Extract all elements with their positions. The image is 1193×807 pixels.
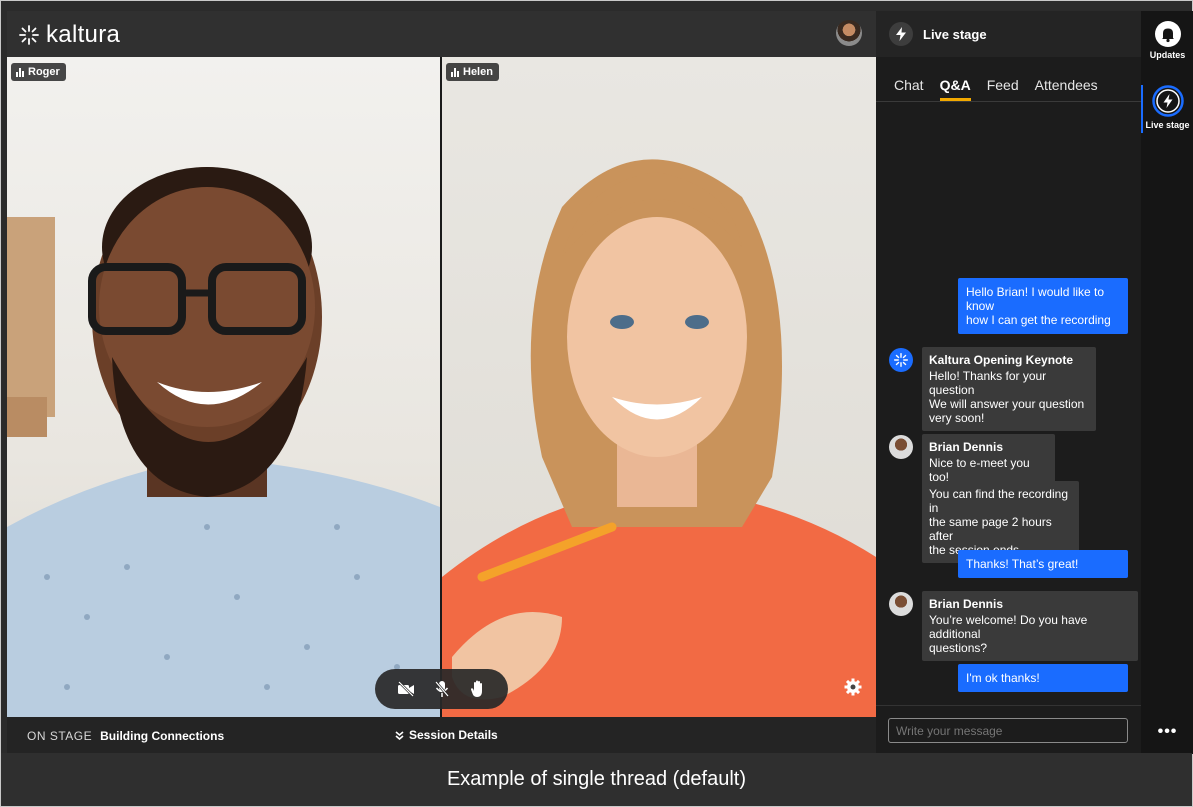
rail-live-stage[interactable]: Live stage	[1141, 85, 1193, 130]
message-text: questions?	[929, 641, 988, 655]
kaltura-logo[interactable]: kaltura	[19, 21, 120, 49]
raise-hand-button[interactable]	[469, 680, 487, 698]
mic-off-icon	[434, 681, 449, 697]
hand-icon	[470, 680, 482, 697]
kaltura-avatar	[889, 348, 913, 372]
participant-name-tag: Helen	[446, 63, 499, 81]
live-stage-panel: Live stage Chat Q&A Feed Attendees Hello…	[876, 11, 1141, 754]
tab-qa[interactable]: Q&A	[939, 67, 971, 101]
on-stage-label: ON STAGE	[27, 728, 93, 743]
session-details-label: Session Details	[409, 728, 498, 742]
message-sender: Kaltura Opening Keynote	[929, 353, 1074, 367]
stage-title: Building Connections	[100, 728, 225, 743]
message-text: know	[966, 299, 995, 313]
message-incoming: Brian Dennis You’re welcome! Do you have…	[922, 591, 1138, 661]
avatar	[889, 435, 913, 459]
more-options-button[interactable]: •••	[1141, 723, 1193, 741]
right-rail: Updates Live stage •••	[1141, 11, 1193, 754]
message-text: very soon!	[929, 411, 985, 425]
camera-off-icon	[397, 681, 414, 697]
message-text: the same page 2 hours after	[929, 515, 1052, 543]
user-avatar[interactable]	[836, 20, 862, 46]
kaltura-logo-icon	[894, 353, 908, 367]
audio-level-icon	[16, 67, 24, 77]
bell-icon	[1154, 21, 1181, 47]
camera-off-button[interactable]	[397, 680, 415, 698]
message-text: Thanks! That’s great!	[966, 557, 1079, 571]
rail-label: Updates	[1149, 50, 1186, 60]
composer-divider	[876, 705, 1141, 706]
participant-name-tag: Roger	[11, 63, 66, 81]
message-text: Hello Brian! I would like to	[966, 285, 1105, 299]
session-details-toggle[interactable]: Session Details	[395, 728, 498, 742]
message-text: Hello! Thanks for your question	[929, 369, 1047, 397]
double-chevron-down-icon	[395, 730, 404, 740]
gear-icon	[844, 678, 862, 696]
message-text: We will answer your question	[929, 397, 1085, 411]
brand-name: kaltura	[46, 21, 121, 48]
rail-updates[interactable]: Updates	[1141, 21, 1193, 60]
message-incoming: Kaltura Opening Keynote Hello! Thanks fo…	[922, 347, 1096, 431]
live-stage-icon	[1151, 85, 1184, 117]
mute-button[interactable]	[433, 680, 451, 698]
participant-name: Roger	[28, 66, 60, 78]
message-text: I'm ok thanks!	[966, 671, 1040, 685]
kaltura-logo-icon	[19, 25, 39, 45]
message-sender: Brian Dennis	[929, 440, 1004, 454]
app-header: kaltura	[7, 11, 876, 57]
message-outgoing: Thanks! That’s great!	[958, 550, 1128, 578]
participant-video-roger	[7, 167, 440, 717]
audio-level-icon	[451, 67, 459, 77]
settings-button[interactable]	[843, 677, 863, 697]
panel-header: Live stage	[876, 11, 1141, 57]
app-window: kaltura Roger Helen ON STAGE Building Co…	[0, 0, 1193, 807]
rail-label: Live stage	[1145, 120, 1190, 130]
message-sender: Brian Dennis	[929, 597, 1004, 611]
tab-attendees[interactable]: Attendees	[1035, 67, 1098, 101]
message-outgoing: Hello Brian! I would like to know how I …	[958, 278, 1128, 334]
figure-caption: Example of single thread (default)	[1, 753, 1192, 806]
message-input[interactable]	[888, 718, 1128, 743]
video-tile-roger[interactable]: Roger	[7, 57, 440, 717]
panel-tabs: Chat Q&A Feed Attendees	[876, 67, 1141, 102]
message-text: how I can get the recording	[966, 313, 1111, 327]
message-text: You’re welcome! Do you have additional	[929, 613, 1088, 641]
call-controls	[375, 669, 508, 709]
panel-title: Live stage	[923, 26, 987, 42]
message-text: You can find the recording in	[929, 487, 1068, 515]
tab-chat[interactable]: Chat	[894, 67, 924, 101]
message-text: Nice to e-meet you too!	[929, 456, 1030, 484]
avatar	[889, 592, 913, 616]
live-stage-icon	[889, 22, 913, 46]
participant-video-helen	[442, 159, 876, 717]
message-outgoing: I'm ok thanks!	[958, 664, 1128, 692]
participant-name: Helen	[463, 66, 493, 78]
video-tile-helen[interactable]: Helen	[442, 57, 876, 717]
stage-info-bar: ON STAGE Building Connections Session De…	[7, 717, 876, 754]
tab-feed[interactable]: Feed	[987, 67, 1019, 101]
